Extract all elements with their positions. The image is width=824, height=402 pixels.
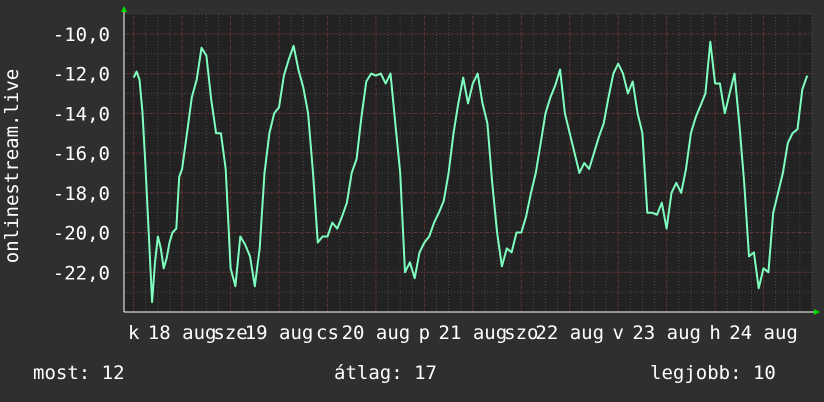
x-tick-label: sze bbox=[213, 322, 247, 344]
x-tick-label: 21 aug bbox=[439, 322, 508, 344]
x-tick-label: cs bbox=[316, 322, 339, 344]
x-tick-label: k bbox=[128, 322, 140, 344]
stat-average: átlag: 17 bbox=[334, 362, 437, 384]
line-chart: k 18 augsze19 aug cs 20 aug p 21 augszo22 aug… bbox=[1, 6, 820, 344]
y-tick-label: -16,0 bbox=[53, 143, 110, 165]
y-tick-label: -18,0 bbox=[53, 183, 110, 205]
y-tick-label: -10,0 bbox=[53, 24, 110, 46]
x-tick-label: 18 aug bbox=[148, 322, 217, 344]
stats-footer: most: 12 átlag: 17 legjobb: 10 bbox=[0, 362, 824, 388]
x-tick-label: h bbox=[709, 322, 720, 344]
y-axis-label: onlinestream.live bbox=[1, 69, 23, 263]
y-axis-arrow-icon bbox=[121, 6, 127, 12]
x-tick-label: 24 aug bbox=[729, 322, 798, 344]
y-tick-label: -12,0 bbox=[53, 64, 110, 86]
x-tick-label: 19 aug bbox=[245, 322, 314, 344]
x-tick-label: szo bbox=[504, 322, 538, 344]
x-tick-label: 20 aug bbox=[342, 322, 411, 344]
x-tick-label: v bbox=[612, 322, 623, 344]
y-tick-label: -14,0 bbox=[53, 103, 110, 125]
y-tick-label: -20,0 bbox=[53, 223, 110, 245]
stat-current: most: 12 bbox=[33, 362, 125, 384]
y-tick-label: -22,0 bbox=[53, 262, 110, 284]
x-tick-label: 22 aug bbox=[535, 322, 604, 344]
x-tick-label: p bbox=[419, 322, 430, 344]
x-axis-arrow-icon bbox=[814, 309, 820, 315]
x-tick-label: 23 aug bbox=[632, 322, 701, 344]
stat-max: legjobb: 10 bbox=[650, 362, 776, 384]
